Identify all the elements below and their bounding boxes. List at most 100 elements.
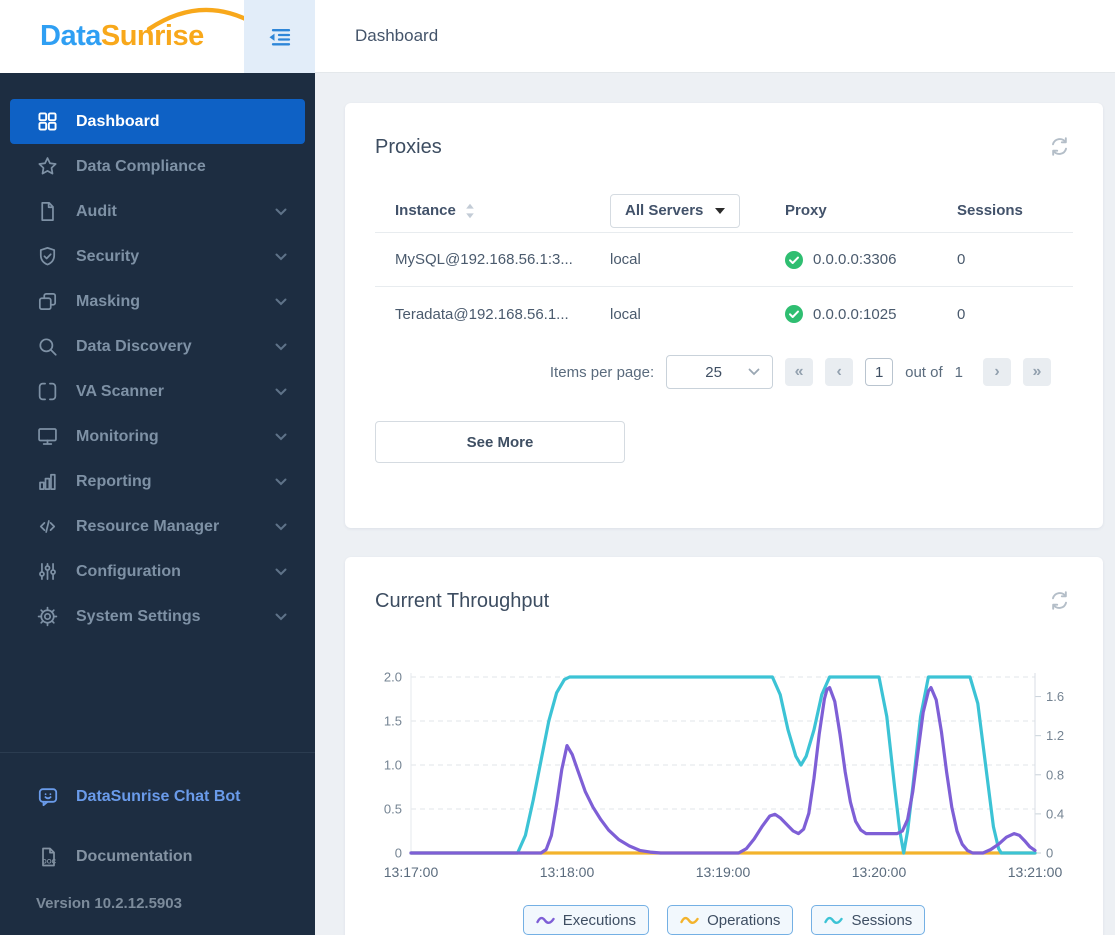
chevron-down-icon [275,298,287,305]
proxy-address: 0.0.0.0:3306 [813,251,897,268]
last-page-button[interactable]: » [1023,358,1051,386]
sidebar-item-label: Masking [76,292,141,310]
document-icon [41,202,54,221]
chevron-down-icon [275,388,287,395]
proxies-table-header: Instance All Servers Proxy Sessions [375,189,1073,233]
sidebar-item-label: Monitoring [76,427,159,445]
logo-text-sunrise: Sunrise [100,20,204,52]
outdent-icon [269,28,290,45]
svg-text:0.8: 0.8 [1046,767,1064,782]
chevron-down-icon [275,568,287,575]
legend-sessions-button[interactable]: Sessions [811,905,926,935]
sidebar-collapse-button[interactable] [244,0,315,73]
svg-text:1.0: 1.0 [384,758,402,773]
page-title: Dashboard [355,26,439,45]
doc-file-icon: DOC [42,847,57,867]
svg-text:1.6: 1.6 [1046,689,1064,704]
documentation-label: Documentation [76,848,193,865]
chevron-down-icon [275,343,287,350]
sidebar-item-monitoring[interactable]: Monitoring [10,414,305,459]
sidebar-item-resource-manager[interactable]: Resource Manager [10,504,305,549]
sidebar-item-data-discovery[interactable]: Data Discovery [10,324,305,369]
chevron-down-icon [275,208,287,215]
proxies-refresh-button[interactable] [1046,133,1073,163]
search-icon [39,338,57,356]
items-per-page-select[interactable]: 25 [666,355,774,389]
sidebar-item-audit[interactable]: Audit [10,189,305,234]
app-window: Data Sunrise Dashboard Dashboard Data Co… [0,0,1115,935]
copy-icon [38,292,57,311]
caret-down-icon [715,207,726,214]
gear-icon [37,606,58,627]
sidebar-item-reporting[interactable]: Reporting [10,459,305,504]
sessions-cell: 0 [957,251,966,268]
shield-icon [39,247,56,266]
logo-text-data: Data [40,20,101,52]
monitor-icon [38,428,57,445]
sidebar-item-label: Resource Manager [76,517,220,535]
chat-bot-icon [38,788,58,807]
legend-operations-button[interactable]: Operations [667,905,794,935]
documentation-link[interactable]: DOC Documentation [0,833,315,881]
sidebar-item-label: Data Compliance [76,157,206,175]
current-page-input[interactable] [865,358,894,386]
total-pages: 1 [954,363,963,381]
sidebar-item-va-scanner[interactable]: VA Scanner [10,369,305,414]
sidebar-item-label: Dashboard [76,112,160,130]
throughput-refresh-button[interactable] [1046,587,1073,617]
chart-legend: Executions Operations Sessions [375,905,1073,935]
throughput-card-title: Current Throughput [375,590,550,612]
sidebar-item-masking[interactable]: Masking [10,279,305,324]
sidebar-nav: Dashboard Data Compliance Audit Security… [0,73,315,639]
svg-text:1.5: 1.5 [384,714,402,729]
svg-text:13:17:00: 13:17:00 [384,864,439,880]
sidebar-item-label: System Settings [76,607,201,625]
items-per-page-value: 25 [705,363,722,381]
svg-text:13:21:00: 13:21:00 [1008,864,1063,880]
column-header-instance: Instance [395,202,456,219]
proxies-table: Instance All Servers Proxy Sessions MySQ… [375,189,1073,341]
chevron-down-icon [275,613,287,620]
page-header: Dashboard [315,0,1115,73]
pagination: Items per page: 25 « ‹ out of 1 › » [375,355,1073,389]
bar-chart-icon [39,473,56,491]
server-filter-dropdown[interactable]: All Servers [610,193,741,228]
datasunrise-logo[interactable]: Data Sunrise [40,0,260,73]
table-row[interactable]: Teradata@192.168.56.1... local 0.0.0.0:1… [375,287,1073,341]
proxies-card-title: Proxies [375,136,442,158]
instance-cell: MySQL@192.168.56.1:3... [395,251,573,268]
sort-icon[interactable] [465,203,475,219]
next-page-button[interactable]: › [983,358,1011,386]
sidebar-footer: DataSunrise Chat Bot DOC Documentation V… [0,752,315,935]
sidebar-item-system-settings[interactable]: System Settings [10,594,305,639]
sidebar-item-label: Reporting [76,472,152,490]
main-content: Proxies Instance All Servers Proxy Sessi… [315,73,1115,935]
status-ok-icon [785,305,803,323]
svg-text:1.2: 1.2 [1046,728,1064,743]
chevron-down-icon [275,253,287,260]
table-row[interactable]: MySQL@192.168.56.1:3... local 0.0.0.0:33… [375,233,1073,287]
throughput-chart: 0 0.5 1.0 1.5 2.0 0 0.4 0.8 1.2 1.6 13:17:00 13:18:… [384,670,1064,881]
svg-text:DOC: DOC [42,859,56,866]
sidebar-item-configuration[interactable]: Configuration [10,549,305,594]
sidebar-item-data-compliance[interactable]: Data Compliance [10,144,305,189]
logo-area: Data Sunrise [0,0,315,73]
sidebar: Dashboard Data Compliance Audit Security… [0,73,315,935]
sidebar-item-security[interactable]: Security [10,234,305,279]
sliders-icon [39,562,56,581]
svg-text:0: 0 [1046,846,1053,861]
server-cell: local [610,251,641,268]
wave-icon [535,916,555,924]
sidebar-item-label: Audit [76,202,117,220]
chat-bot-link[interactable]: DataSunrise Chat Bot [0,773,315,821]
chevron-down-icon [275,478,287,485]
sidebar-item-label: Security [76,247,140,265]
server-filter-value: All Servers [625,202,704,219]
prev-page-button[interactable]: ‹ [825,358,854,386]
first-page-button[interactable]: « [785,358,814,386]
column-header-proxy: Proxy [785,202,827,219]
legend-executions-button[interactable]: Executions [522,905,650,935]
see-more-button[interactable]: See More [375,421,625,463]
wave-icon [680,916,699,924]
sidebar-item-dashboard[interactable]: Dashboard [10,99,305,144]
